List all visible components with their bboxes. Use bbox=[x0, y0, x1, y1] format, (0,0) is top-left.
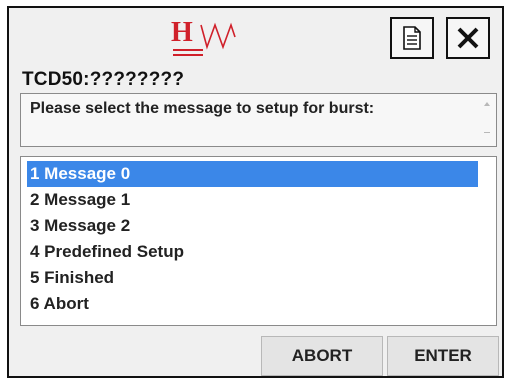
scroll-up-icon[interactable] bbox=[484, 102, 490, 106]
prompt-text: Please select the message to setup for b… bbox=[30, 100, 375, 117]
document-icon bbox=[403, 26, 421, 50]
list-item-finished[interactable]: 5 Finished bbox=[27, 265, 478, 291]
list-item-message-2[interactable]: 3 Message 2 bbox=[27, 213, 478, 239]
abort-button[interactable]: ABORT bbox=[261, 336, 383, 376]
list-item-predefined-setup[interactable]: 4 Predefined Setup bbox=[27, 239, 478, 265]
message-list: 1 Message 0 2 Message 1 3 Message 2 4 Pr… bbox=[20, 156, 497, 326]
list-item-message-0[interactable]: 1 Message 0 bbox=[27, 161, 478, 187]
logo-underline bbox=[173, 54, 203, 56]
prompt-scrollbar[interactable] bbox=[481, 98, 493, 142]
dialog-window: H TCD50:???????? Please select the messa… bbox=[7, 6, 504, 378]
close-button[interactable] bbox=[446, 17, 490, 59]
close-icon bbox=[457, 27, 479, 49]
document-button[interactable] bbox=[390, 17, 434, 59]
list-item-message-1[interactable]: 2 Message 1 bbox=[27, 187, 478, 213]
company-logo: H bbox=[171, 17, 251, 65]
list-item-abort[interactable]: 6 Abort bbox=[27, 291, 478, 317]
prompt-box: Please select the message to setup for b… bbox=[20, 93, 497, 147]
logo-letter: H bbox=[171, 17, 193, 48]
enter-button[interactable]: ENTER bbox=[387, 336, 499, 376]
logo-wave-icon bbox=[200, 22, 236, 50]
scroll-thumb[interactable] bbox=[484, 132, 490, 133]
device-title: TCD50:???????? bbox=[22, 69, 185, 90]
